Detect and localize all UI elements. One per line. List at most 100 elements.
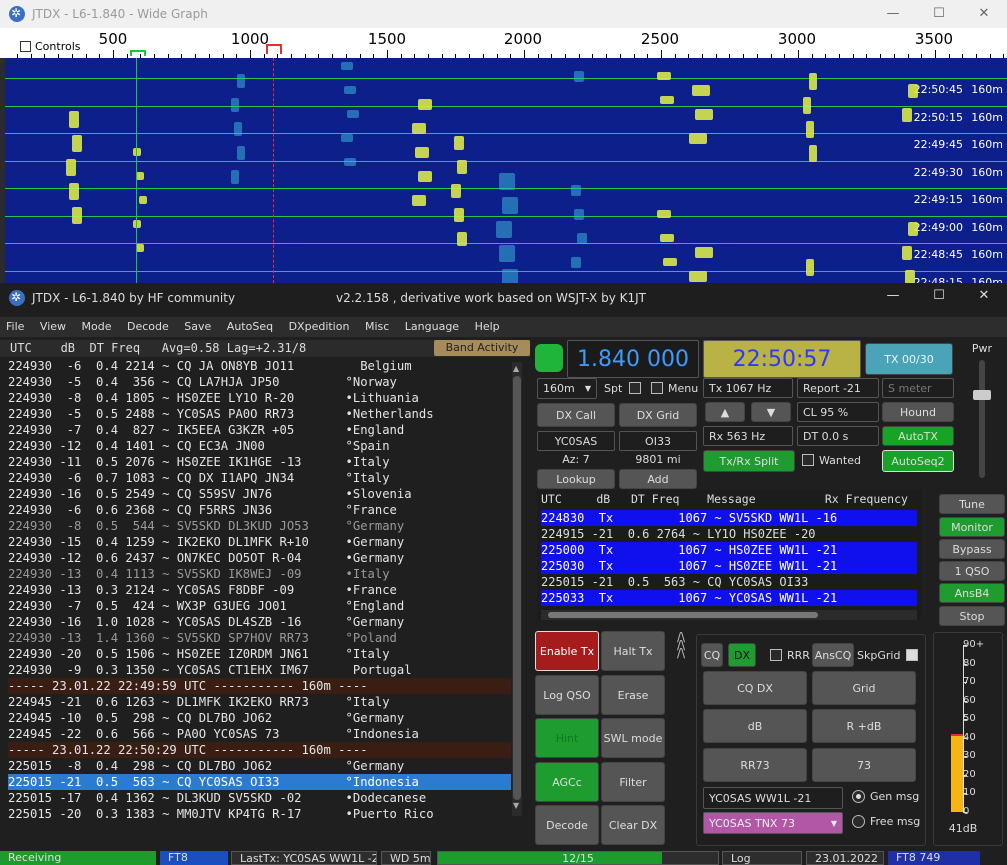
swl-mode-button[interactable]: SWL mode <box>601 718 665 758</box>
period-separator[interactable]: ----- 23.01.22 22:50:29 UTC ----------- … <box>8 742 511 758</box>
rx-decode-row[interactable]: 225030 Tx 1067 ~ HS0ZEE WW1L -21 <box>541 558 917 574</box>
minimize-icon[interactable]: — <box>870 0 916 28</box>
band-activity-scroll-thumb[interactable] <box>513 376 521 800</box>
tune-button[interactable]: Tune <box>939 494 1005 514</box>
msg-rr73-button[interactable]: RR73 <box>703 748 807 782</box>
cl-field[interactable]: CL 95 % <box>797 402 879 422</box>
msg-cq-dx-button[interactable]: CQ DX <box>703 671 807 705</box>
controls-checkbox[interactable]: Controls <box>20 40 81 53</box>
decode-row[interactable]: 224930 -7 0.4 827 ~ IK5EEA G3KZR +05 •En… <box>8 422 511 438</box>
menu-autoseq[interactable]: AutoSeq <box>221 317 279 337</box>
log-qso-button[interactable]: Log QSO <box>535 675 599 715</box>
gen-msg-radio[interactable]: Gen msg <box>852 790 919 803</box>
anscq-button[interactable]: AnsCQ <box>812 643 854 667</box>
decode-row[interactable]: 224945 -22 0.6 566 ~ PA0O YC0SAS 73 °Ind… <box>8 726 511 742</box>
hint-button[interactable]: Hint <box>535 718 599 758</box>
band-activity-button[interactable]: Band Activity <box>434 340 530 356</box>
dx-grid-button[interactable]: DX Grid <box>619 403 697 427</box>
clear-dx-button[interactable]: Clear DX <box>601 805 665 845</box>
freq-up-button[interactable]: ▲ <box>705 402 745 422</box>
close-icon[interactable]: ✕ <box>961 0 1007 28</box>
menu-misc[interactable]: Misc <box>359 317 395 337</box>
erase-button[interactable]: Erase <box>601 675 665 715</box>
cq-button[interactable]: CQ <box>701 643 723 667</box>
tx-rx-split-button[interactable]: Tx/Rx Split <box>703 450 795 472</box>
minimize-icon[interactable]: — <box>870 283 916 311</box>
rx-frequency-list[interactable]: 224830 Tx 1067 ~ SV5SKD WW1L -16 224915 -… <box>541 510 917 608</box>
msg-db-button[interactable]: dB <box>703 709 807 743</box>
tx-counter-button[interactable]: TX 00/30 <box>865 343 953 375</box>
decode-row[interactable]: 224930 -11 0.5 2076 ~ HS0ZEE IK1HGE -13 … <box>8 454 511 470</box>
decode-row[interactable]: 224945 -10 0.5 298 ~ CQ DL7BO JO62 °Germ… <box>8 710 511 726</box>
ansb4-button[interactable]: AnsB4 <box>939 583 1005 603</box>
wanted-checkbox[interactable]: Wanted <box>802 454 861 467</box>
free-msg-field[interactable]: YC0SAS TNX 73 ▼ <box>703 812 843 834</box>
decode-row[interactable]: 224930 -6 0.6 2368 ~ CQ F5RRS JN36 °Fran… <box>8 502 511 518</box>
decode-row[interactable]: 224930 -5 0.4 356 ~ CQ LA7HJA JP50 °Norw… <box>8 374 511 390</box>
free-msg-radio[interactable]: Free msg <box>852 815 920 828</box>
decode-row[interactable]: 224930 -8 0.5 544 ~ SV5SKD DL3KUD JO53 °… <box>8 518 511 534</box>
msg-r-db-button[interactable]: R +dB <box>812 709 916 743</box>
dx-call-field[interactable]: YC0SAS <box>537 431 615 451</box>
rx-frequency-hscroll-thumb[interactable] <box>548 612 818 618</box>
decode-row[interactable]: 224930 -12 0.6 2437 ~ ON7KEC DO5OT R-04 … <box>8 550 511 566</box>
decode-row[interactable]: 224930 -7 0.5 424 ~ WX3P G3UEG JO01 °Eng… <box>8 598 511 614</box>
rx-decode-row[interactable]: 225000 Tx 1067 ~ HS0ZEE WW1L -21 <box>541 542 917 558</box>
dx-button[interactable]: DX <box>728 643 756 667</box>
spt-checkbox[interactable]: Spt <box>604 382 646 395</box>
halt-tx-button[interactable]: Halt Tx <box>601 631 665 671</box>
enable-tx-button[interactable]: Enable Tx <box>535 631 599 671</box>
scroll-down-icon[interactable]: ▼ <box>513 801 519 810</box>
menu-language[interactable]: Language <box>399 317 465 337</box>
skpgrid-checkbox[interactable]: SkpGrid <box>857 649 923 662</box>
decode-row[interactable]: 225015 -20 0.3 1383 ~ MM0JTV KP4TG R-17 … <box>8 806 511 820</box>
agcc-button[interactable]: AGCc <box>535 762 599 802</box>
power-slider-track[interactable] <box>979 360 985 478</box>
decode-row[interactable]: 224930 -15 0.4 1259 ~ IK2EKO DL1MFK R+10… <box>8 534 511 550</box>
decode-row[interactable]: 224930 -6 0.4 2214 ~ CQ JA ON8YB JO11 Be… <box>8 358 511 374</box>
rx-decode-row[interactable]: 225033 Tx 1067 ~ YC0SAS WW1L -21 <box>541 590 917 606</box>
monitor-button[interactable]: Monitor <box>939 517 1005 537</box>
decode-row[interactable]: 224930 -6 0.7 1083 ~ CQ DX I1APQ JN34 °I… <box>8 470 511 486</box>
tx-frequency-field[interactable]: Tx 1067 Hz <box>703 378 793 398</box>
menu-save[interactable]: Save <box>178 317 217 337</box>
menu-file[interactable]: File <box>0 317 30 337</box>
frequency-display[interactable]: 1.840 000 <box>567 340 699 378</box>
decode-row[interactable]: 224930 -5 0.5 2488 ~ YC0SAS PA0O RR73 •N… <box>8 406 511 422</box>
maximize-icon[interactable]: ☐ <box>916 283 962 311</box>
hound-button[interactable]: Hound <box>882 402 954 422</box>
rx-decode-row[interactable]: 224830 Tx 1067 ~ SV5SKD WW1L -16 <box>541 510 917 526</box>
bypass-button[interactable]: Bypass <box>939 539 1005 559</box>
decode-row[interactable]: 224945 -21 0.6 1263 ~ DL1MFK IK2EKO RR73… <box>8 694 511 710</box>
decode-row[interactable]: 224930 -12 0.4 1401 ~ CQ EC3A JN00 °Spai… <box>8 438 511 454</box>
menu-help[interactable]: Help <box>469 317 506 337</box>
period-separator[interactable]: ----- 23.01.22 22:49:59 UTC ----------- … <box>8 678 511 694</box>
rx-decode-row[interactable]: 225015 -21 0.5 563 ~ CQ YC0SAS OI33 <box>541 574 917 590</box>
gen-msg-field[interactable]: YC0SAS WW1L -21 <box>703 787 843 809</box>
decode-row[interactable]: 225015 -17 0.4 1362 ~ DL3KUD SV5SKD -02 … <box>8 790 511 806</box>
decode-row[interactable]: 224930 -13 0.4 1113 ~ SV5SKD IK8WEJ -09 … <box>8 566 511 582</box>
decode-row[interactable]: 224930 -8 0.4 1805 ~ HS0ZEE LY1O R-20 •L… <box>8 390 511 406</box>
decode-row[interactable]: 224930 -16 0.5 2549 ~ CQ S59SV JN76 •Slo… <box>8 486 511 502</box>
decode-row[interactable]: 224930 -9 0.3 1350 ~ YC0SAS CT1EHX IM67 … <box>8 662 511 678</box>
rrr-checkbox[interactable]: RRR <box>770 649 810 662</box>
msg-73-button[interactable]: 73 <box>812 748 916 782</box>
decode-row[interactable]: 225015 -21 0.5 563 ~ CQ YC0SAS OI33 °Ind… <box>8 774 511 790</box>
menu-view[interactable]: View <box>34 317 72 337</box>
report-field[interactable]: Report -21 <box>797 378 879 398</box>
menu-decode[interactable]: Decode <box>121 317 175 337</box>
filter-button[interactable]: Filter <box>601 762 665 802</box>
decode-row[interactable]: 225015 -8 0.4 298 ~ CQ DL7BO JO62 °Germa… <box>8 758 511 774</box>
stop-button[interactable]: Stop <box>939 606 1005 626</box>
autoseq2-button[interactable]: AutoSeq2 <box>882 450 954 472</box>
rx-marker-icon[interactable] <box>130 50 146 56</box>
scroll-up-icon[interactable]: ▲ <box>513 364 519 373</box>
dx-call-button[interactable]: DX Call <box>537 403 615 427</box>
decode-button[interactable]: Decode <box>535 805 599 845</box>
band-select[interactable]: 160m ▼ <box>537 378 597 399</box>
menu-mode[interactable]: Mode <box>76 317 118 337</box>
dt-field[interactable]: DT 0.0 s <box>797 426 879 446</box>
autotx-button[interactable]: AutoTX <box>882 426 954 446</box>
one-qso-button[interactable]: 1 QSO <box>939 561 1005 581</box>
s-meter-field[interactable]: S meter <box>882 378 954 398</box>
